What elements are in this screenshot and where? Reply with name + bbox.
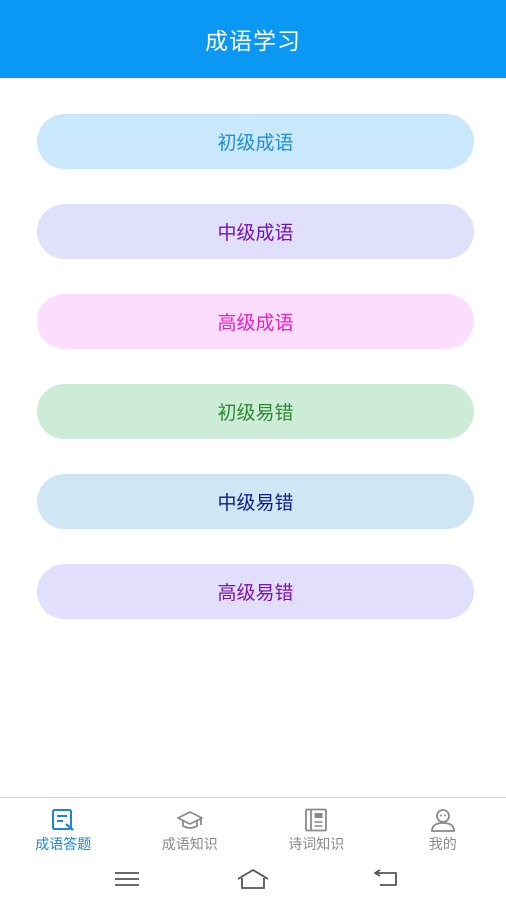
home-nav-button[interactable] (233, 864, 273, 894)
tab-idiom-quiz[interactable]: 成语答题 (0, 798, 127, 858)
quiz-icon (52, 809, 74, 831)
app-screen: 成语学习 初级成语 中级成语 高级成语 初级易错 中级易错 高级易错 成语答题 … (0, 0, 506, 900)
intermediate-idioms-button[interactable]: 中级成语 (37, 204, 474, 259)
tab-label: 我的 (428, 837, 457, 853)
tab-poetry-knowledge[interactable]: 诗词知识 (253, 798, 380, 858)
back-icon (374, 869, 397, 886)
book-icon (305, 808, 328, 832)
advanced-idioms-button[interactable]: 高级成语 (37, 294, 474, 349)
tab-mine[interactable]: 我的 (380, 798, 506, 858)
tab-idiom-knowledge[interactable]: 成语知识 (127, 798, 254, 858)
intermediate-mistakes-button[interactable]: 中级易错 (37, 474, 474, 529)
menu-icon (115, 872, 139, 886)
beginner-mistakes-button[interactable]: 初级易错 (37, 384, 474, 439)
level-menu: 初级成语 中级成语 高级成语 初级易错 中级易错 高级易错 (37, 114, 474, 654)
bottom-tab-bar: 成语答题 成语知识 诗词知识 我的 (0, 797, 506, 858)
tab-label: 成语答题 (35, 837, 92, 853)
page-title: 成语学习 (205, 29, 301, 55)
beginner-idioms-button[interactable]: 初级成语 (37, 114, 474, 169)
system-navigation-bar (0, 858, 506, 900)
graduation-cap-icon (176, 811, 203, 829)
home-icon (237, 869, 269, 889)
tab-label: 成语知识 (161, 837, 218, 853)
tab-label: 诗词知识 (288, 837, 345, 853)
user-icon (430, 809, 455, 832)
advanced-mistakes-button[interactable]: 高级易错 (37, 564, 474, 619)
menu-nav-button[interactable] (107, 864, 147, 894)
back-nav-button[interactable] (366, 864, 406, 894)
title-bar: 成语学习 (0, 0, 506, 78)
